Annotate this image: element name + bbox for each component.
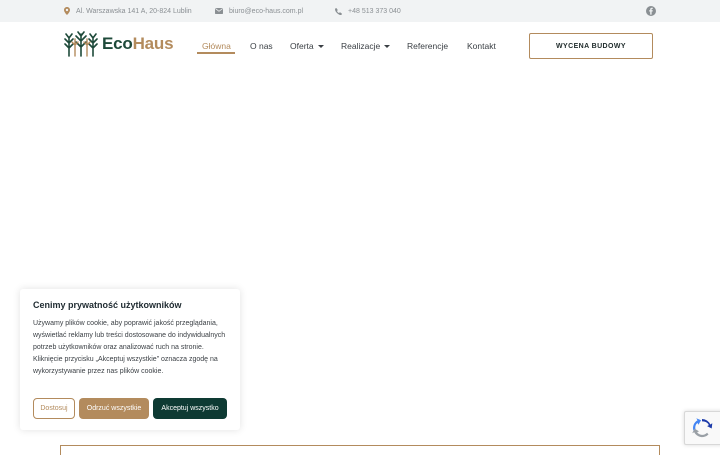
top-contact-bar: Al. Warszawska 141 A, 20-824 Lublin biur…	[0, 0, 720, 22]
logo-eco: Eco	[102, 34, 133, 53]
facebook-icon[interactable]	[646, 6, 656, 16]
nav-label: O nas	[250, 41, 273, 51]
quote-button[interactable]: WYCENA BUDOWY	[529, 33, 653, 59]
nav-item-oferta[interactable]: Oferta	[290, 36, 324, 56]
map-pin-icon	[64, 7, 70, 15]
cookie-customize-button[interactable]: Dostosuj	[33, 398, 75, 419]
content-section-frame	[60, 445, 660, 455]
site-logo[interactable]: EcoHaus	[64, 30, 174, 58]
phone-link[interactable]: +48 513 373 040	[348, 8, 401, 15]
caret-down-icon	[384, 44, 391, 48]
nav-item-o-nas[interactable]: O nas	[250, 36, 273, 56]
logo-haus: Haus	[132, 34, 174, 53]
nav-active-underline	[197, 52, 235, 54]
phone-icon	[335, 7, 342, 15]
cookie-consent-banner: Cenimy prywatność użytkowników Używamy p…	[20, 289, 240, 430]
nav-label: Oferta	[290, 41, 314, 51]
phone-item[interactable]: +48 513 373 040	[335, 0, 401, 22]
nav-label: Realizacje	[341, 41, 381, 51]
email-link[interactable]: biuro@eco-haus.com.pl	[229, 8, 303, 15]
cookie-title: Cenimy prywatność użytkowników	[33, 300, 182, 310]
nav-label: Kontakt	[467, 41, 496, 51]
address-item: Al. Warszawska 141 A, 20-824 Lublin	[64, 0, 192, 22]
nav-item-realizacje[interactable]: Realizacje	[341, 36, 391, 56]
nav-item-kontakt[interactable]: Kontakt	[467, 36, 496, 56]
cookie-reject-all-button[interactable]: Odrzuć wszystkie	[79, 398, 149, 419]
logo-text: EcoHaus	[102, 34, 174, 54]
cookie-accept-all-button[interactable]: Akceptuj wszystko	[153, 398, 227, 419]
nav-label: Główna	[202, 41, 231, 51]
recaptcha-badge[interactable]	[684, 411, 720, 445]
envelope-icon	[215, 8, 223, 14]
cookie-description: Używamy plików cookie, aby poprawić jako…	[33, 320, 226, 375]
recaptcha-icon	[692, 418, 713, 438]
trees-logo-icon	[64, 31, 98, 57]
nav-item-referencje[interactable]: Referencje	[407, 36, 448, 56]
nav-label: Referencje	[407, 41, 449, 51]
caret-down-icon	[317, 44, 324, 48]
address-text: Al. Warszawska 141 A, 20-824 Lublin	[76, 7, 192, 15]
email-item[interactable]: biuro@eco-haus.com.pl	[215, 0, 303, 22]
